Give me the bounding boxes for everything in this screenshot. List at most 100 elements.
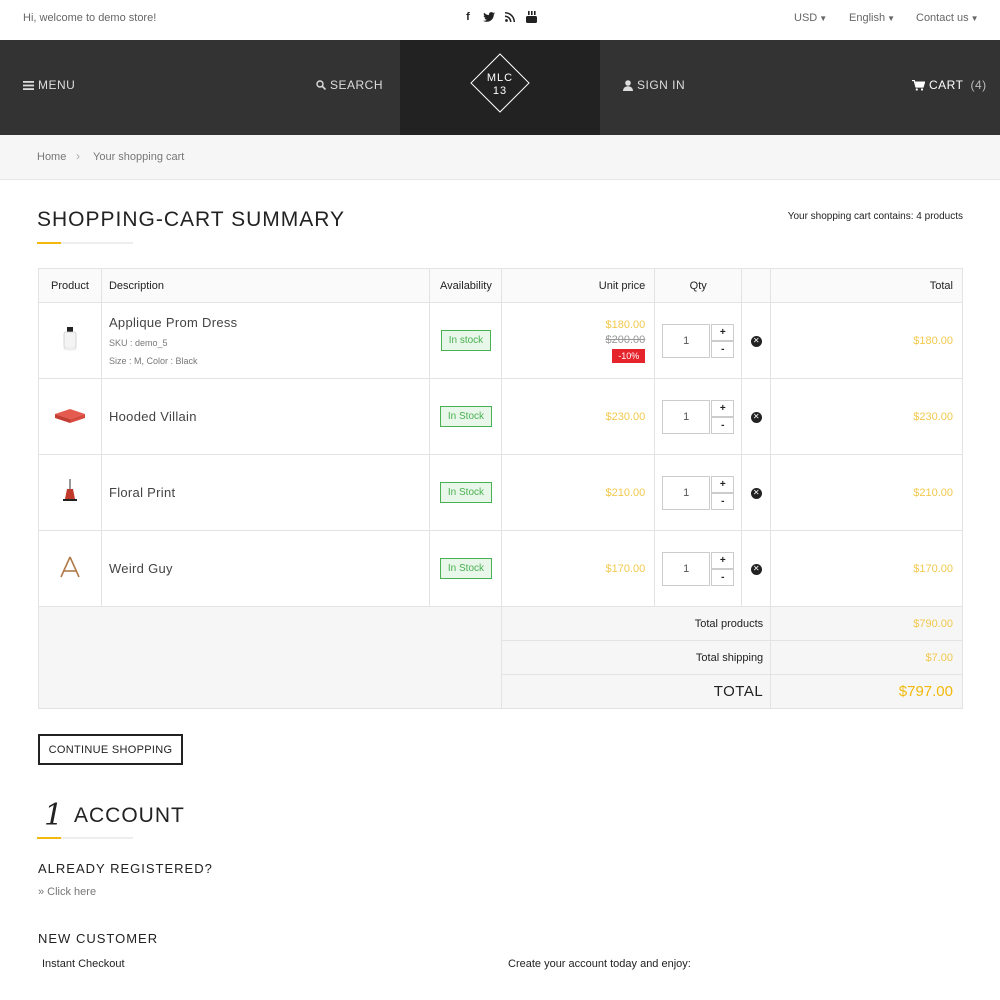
search-icon xyxy=(316,80,326,90)
qty-plus-button[interactable]: + xyxy=(711,475,735,493)
total-shipping-value: $7.00 xyxy=(770,640,963,675)
currency-selector[interactable]: USD ▼ xyxy=(794,12,827,24)
quantity-stepper: 1 + - xyxy=(662,323,741,358)
delete-icon[interactable]: ✕ xyxy=(750,563,762,575)
product-name[interactable]: Applique Prom Dress xyxy=(102,315,430,330)
cart-icon xyxy=(912,79,925,91)
caret-down-icon: ▼ xyxy=(819,14,828,23)
user-icon xyxy=(623,79,633,91)
old-price: $200.00 xyxy=(605,333,646,346)
rss-icon[interactable] xyxy=(504,10,516,24)
breadcrumb-current: Your shopping cart xyxy=(93,151,185,163)
top-bar: Hi, welcome to demo store! f USD ▼ Englis… xyxy=(0,0,1000,40)
qty-minus-button[interactable]: - xyxy=(711,568,735,586)
product-image-cell[interactable] xyxy=(38,530,102,607)
logo-text-line2: 13 xyxy=(492,85,508,97)
product-thumbnail-lamp[interactable] xyxy=(61,479,79,503)
stock-badge: In Stock xyxy=(439,406,493,427)
social-links: f xyxy=(462,10,537,24)
step-number: 1 xyxy=(44,798,64,833)
discount-badge: -10% xyxy=(612,348,646,363)
qty-plus-button[interactable]: + xyxy=(711,323,735,341)
table-row: Applique Prom Dress SKU : demo_5 Size : … xyxy=(38,302,963,379)
breadcrumb-home[interactable]: Home xyxy=(37,151,66,163)
header-qty: Qty xyxy=(654,268,743,303)
twitter-icon[interactable] xyxy=(483,10,495,24)
logo[interactable]: MLC 13 xyxy=(400,40,600,135)
caret-down-icon: ▼ xyxy=(887,14,895,23)
qty-minus-button[interactable]: - xyxy=(711,416,735,434)
product-thumbnail-red-book[interactable] xyxy=(53,405,87,425)
product-image-cell[interactable] xyxy=(38,378,102,455)
header-product: Product xyxy=(38,268,102,303)
product-name[interactable]: Hooded Villain xyxy=(102,409,430,424)
product-thumbnail-easel[interactable] xyxy=(58,555,82,579)
quantity-input[interactable]: 1 xyxy=(662,475,711,510)
cart-link[interactable]: CART (4) xyxy=(912,78,987,92)
breadcrumb: Home › Your shopping cart xyxy=(0,135,1000,180)
logo-text-line1: MLC xyxy=(486,72,514,84)
account-underline xyxy=(37,837,133,839)
language-selector[interactable]: English ▼ xyxy=(849,12,895,24)
qty-plus-button[interactable]: + xyxy=(711,551,735,569)
qty-plus-button[interactable]: + xyxy=(711,399,735,417)
page-title: SHOPPING-CART SUMMARY xyxy=(37,208,346,231)
delete-icon[interactable]: ✕ xyxy=(750,487,762,499)
product-attributes[interactable]: Size : M, Color : Black xyxy=(102,356,430,366)
header-description: Description xyxy=(100,268,431,303)
hamburger-icon xyxy=(23,80,34,90)
quantity-stepper: 1 + - xyxy=(662,399,741,434)
total-products-value: $790.00 xyxy=(770,606,963,641)
total-shipping-label: Total shipping xyxy=(501,640,772,675)
continue-shopping-button[interactable]: CONTINUE SHOPPING xyxy=(38,734,183,765)
cart-product-count: Your shopping cart contains: 4 products xyxy=(787,211,963,222)
new-customer-heading: NEW CUSTOMER xyxy=(38,931,159,946)
line-total: $170.00 xyxy=(913,562,953,575)
quantity-input[interactable]: 1 xyxy=(662,551,711,586)
product-image-cell[interactable] xyxy=(38,454,102,531)
youtube-icon[interactable] xyxy=(525,10,537,24)
qty-minus-button[interactable]: - xyxy=(711,340,735,358)
cart-table: Product Description Availability Unit pr… xyxy=(37,268,963,709)
unit-price: $210.00 xyxy=(605,486,646,499)
quantity-input[interactable]: 1 xyxy=(662,399,711,434)
unit-price: $230.00 xyxy=(605,410,646,423)
title-underline xyxy=(37,242,133,244)
product-thumbnail-bottle[interactable] xyxy=(60,326,80,352)
caret-down-icon: ▼ xyxy=(970,14,979,23)
line-total: $230.00 xyxy=(913,410,953,423)
line-total: $210.00 xyxy=(913,486,953,499)
product-sku: SKU : demo_5 xyxy=(108,338,168,348)
menu-button[interactable]: MENU xyxy=(23,78,75,92)
main-header: MENU SEARCH MLC 13 SIGN IN CART (4) xyxy=(0,40,1000,135)
header-delete xyxy=(741,268,772,303)
already-registered-heading: ALREADY REGISTERED? xyxy=(38,861,213,876)
product-name[interactable]: Floral Print xyxy=(102,485,430,500)
delete-icon[interactable]: ✕ xyxy=(750,411,762,423)
table-row: Weird Guy In Stock $170.00 1 + - ✕ $170.… xyxy=(38,530,963,607)
header-availability: Availability xyxy=(429,268,503,303)
grand-total-value: $797.00 xyxy=(770,674,963,709)
search-button[interactable]: SEARCH xyxy=(316,78,383,92)
cart-count: (4) xyxy=(970,78,987,92)
delete-icon[interactable]: ✕ xyxy=(750,335,762,347)
unit-price: $170.00 xyxy=(605,562,646,575)
header-unit-price: Unit price xyxy=(501,268,656,303)
welcome-message: Hi, welcome to demo store! xyxy=(23,12,157,24)
product-image-cell[interactable] xyxy=(38,302,102,379)
contact-us-link[interactable]: Contact us ▼ xyxy=(916,12,979,24)
grand-total-label: TOTAL xyxy=(501,674,772,709)
quantity-stepper: 1 + - xyxy=(662,475,741,510)
create-account-text: Create your account today and enjoy: xyxy=(508,958,691,970)
sign-in-link[interactable]: SIGN IN xyxy=(623,78,685,92)
unit-price: $180.00 xyxy=(605,318,646,331)
stock-badge: In Stock xyxy=(439,482,493,503)
quantity-input[interactable]: 1 xyxy=(662,323,711,358)
qty-minus-button[interactable]: - xyxy=(711,492,735,510)
stock-badge: In Stock xyxy=(439,558,493,579)
product-name[interactable]: Weird Guy xyxy=(102,561,430,576)
total-products-row: Total products $790.00 xyxy=(37,606,963,709)
click-here-link[interactable]: » Click here xyxy=(38,886,96,898)
facebook-icon[interactable]: f xyxy=(462,10,474,24)
header-total: Total xyxy=(770,268,963,303)
